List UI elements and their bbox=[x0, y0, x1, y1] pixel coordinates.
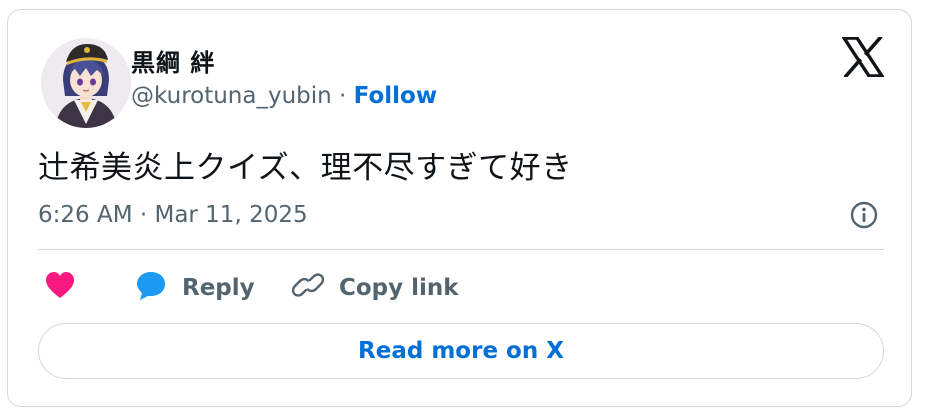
read-more-button[interactable]: Read more on X bbox=[38, 323, 884, 379]
like-button[interactable] bbox=[44, 268, 76, 308]
link-icon bbox=[291, 269, 325, 307]
speech-bubble-icon bbox=[134, 269, 168, 307]
read-more-label: Read more on X bbox=[358, 338, 564, 364]
separator-dot: · bbox=[331, 83, 354, 109]
display-name[interactable]: 黒綱 絆 bbox=[131, 43, 215, 78]
info-icon[interactable] bbox=[849, 200, 879, 230]
tweet-text: 辻希美炎上クイズ、理不尽すぎて好き bbox=[38, 150, 573, 186]
x-logo-icon[interactable] bbox=[840, 35, 886, 79]
reply-label: Reply bbox=[182, 275, 255, 301]
follow-link[interactable]: Follow bbox=[354, 83, 437, 109]
handle-row: @kurotuna_yubin · Follow bbox=[131, 83, 437, 109]
heart-icon bbox=[44, 270, 76, 306]
avatar-image bbox=[41, 38, 131, 128]
divider bbox=[38, 249, 884, 250]
reply-button[interactable]: Reply bbox=[134, 268, 255, 308]
tweet-card: 黒綱 絆 @kurotuna_yubin · Follow 辻希美炎上クイズ、理… bbox=[7, 9, 912, 407]
timestamp-link[interactable]: 6:26 AM · Mar 11, 2025 bbox=[38, 202, 308, 228]
copy-link-button[interactable]: Copy link bbox=[291, 268, 459, 308]
user-handle[interactable]: @kurotuna_yubin bbox=[131, 83, 332, 109]
copy-link-label: Copy link bbox=[339, 275, 459, 301]
avatar[interactable] bbox=[41, 38, 131, 128]
